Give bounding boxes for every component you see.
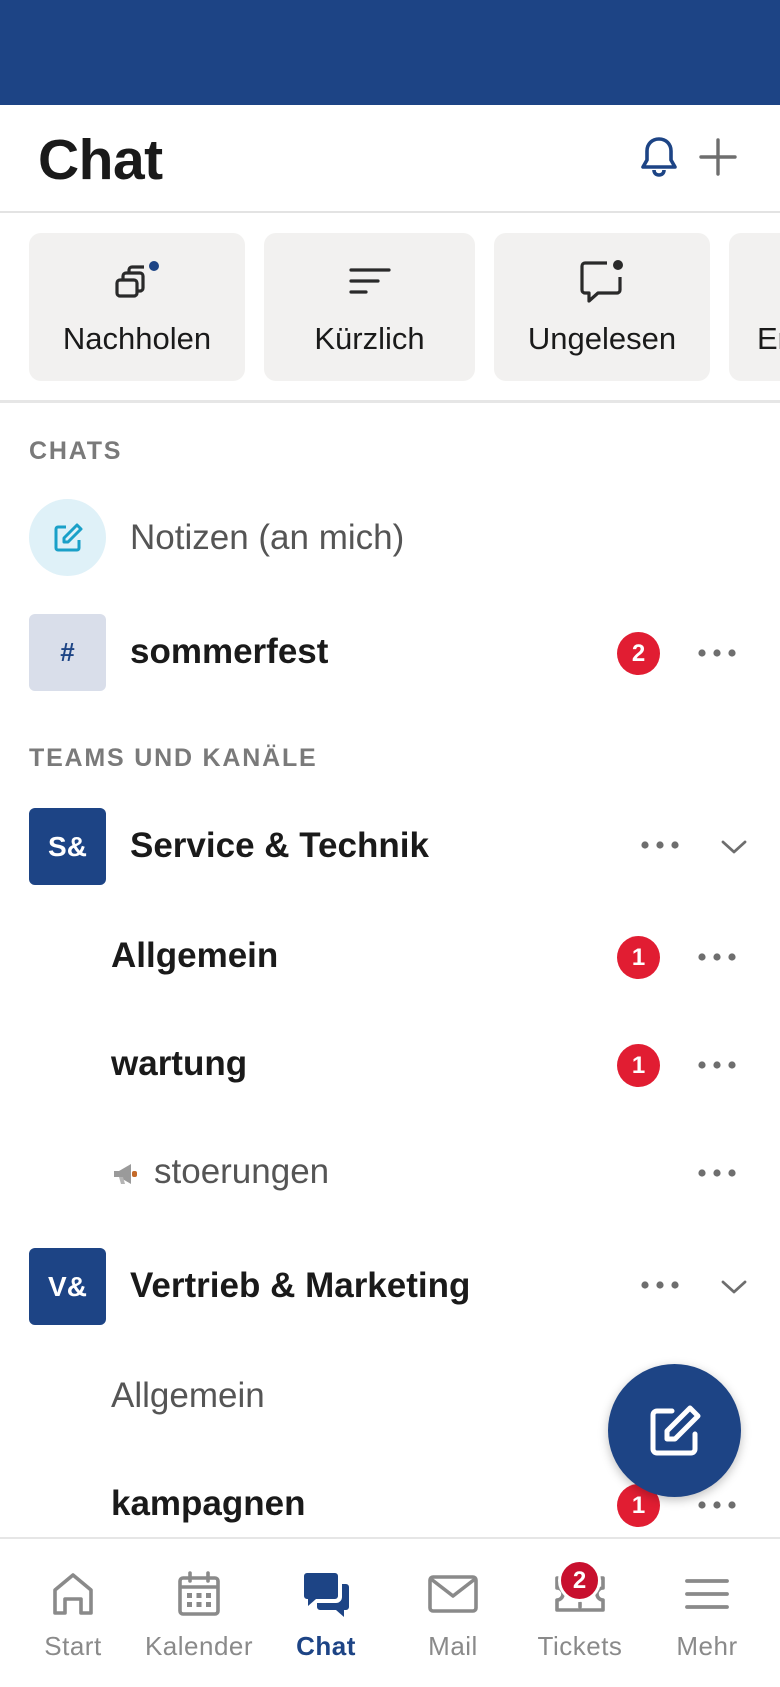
unread-icon: [577, 257, 627, 305]
filter-chip-recent[interactable]: Kürzlich: [264, 233, 475, 381]
sort-icon: [348, 257, 392, 305]
channel-name: wartung: [111, 1044, 248, 1083]
page-title: Chat: [38, 128, 163, 192]
bell-icon[interactable]: [633, 131, 685, 183]
tickets-badge: 2: [558, 1559, 601, 1602]
filter-chip-unread[interactable]: Ungelesen: [494, 233, 710, 381]
status-bar: [0, 0, 780, 105]
filter-chip-label: Kürzlich: [314, 321, 425, 356]
avatar: [29, 499, 106, 576]
more-icon[interactable]: [687, 1153, 747, 1193]
unread-badge: 2: [617, 632, 660, 675]
unread-badge: 1: [617, 936, 660, 979]
filter-chip-label: Ungelesen: [527, 321, 677, 356]
channel-name: Allgemein: [111, 936, 279, 975]
nav-label: Mehr: [676, 1631, 738, 1661]
nav-item-chat[interactable]: Chat: [263, 1567, 389, 1677]
menu-icon: [684, 1567, 730, 1621]
edit-icon: [54, 523, 82, 551]
chevron-down-icon[interactable]: [714, 827, 754, 867]
channel-row-wartung[interactable]: wartung 1: [0, 1020, 780, 1110]
catch-up-icon: [112, 257, 162, 305]
chat-name: Notizen (an mich): [130, 518, 405, 557]
filter-chip-catch-up[interactable]: Nachholen: [29, 233, 245, 381]
channel-name: Allgemein: [111, 1376, 265, 1415]
team-row-service[interactable]: S& Service & Technik: [0, 800, 780, 890]
more-icon[interactable]: [630, 825, 690, 865]
channel-avatar: #: [29, 614, 106, 691]
team-avatar: S&: [29, 808, 106, 885]
team-avatar: V&: [29, 1248, 106, 1325]
nav-label: Mail: [428, 1631, 478, 1661]
chat-icon: [300, 1567, 352, 1621]
filter-chip-label: Nachholen: [62, 321, 212, 356]
compose-icon: [650, 1405, 700, 1455]
filter-bar: Nachholen Kürzlich Ungelesen Er: [0, 213, 780, 403]
nav-item-calendar[interactable]: Kalender: [136, 1567, 262, 1677]
channel-name: kampagnen: [111, 1484, 306, 1523]
home-icon: [51, 1567, 95, 1621]
unread-badge: 1: [617, 1044, 660, 1087]
nav-label: Chat: [296, 1631, 356, 1661]
more-icon[interactable]: [630, 1265, 690, 1305]
section-label-teams: TEAMS UND KANÄLE: [29, 744, 318, 772]
team-name: Service & Technik: [130, 826, 429, 865]
chevron-down-icon[interactable]: [714, 1267, 754, 1307]
channel-name: stoerungen: [154, 1152, 330, 1191]
more-icon[interactable]: [687, 1045, 747, 1085]
header: Chat: [0, 105, 780, 213]
mail-icon: [427, 1567, 479, 1621]
calendar-icon: [176, 1567, 222, 1621]
more-icon[interactable]: [687, 633, 747, 673]
new-chat-button[interactable]: [608, 1364, 741, 1497]
nav-item-more[interactable]: Mehr: [644, 1567, 770, 1677]
nav-item-start[interactable]: Start: [10, 1567, 136, 1677]
nav-label: Kalender: [144, 1631, 254, 1661]
add-icon[interactable]: [692, 131, 744, 183]
channel-row-allgemein[interactable]: Allgemein 1: [0, 912, 780, 1002]
bottom-nav: Start Kalender Chat Mail Tickets 2 Mehr: [0, 1537, 780, 1687]
nav-label: Tickets: [537, 1631, 623, 1661]
filter-chip-label: Er: [757, 321, 780, 356]
nav-item-mail[interactable]: Mail: [390, 1567, 516, 1677]
chat-name: sommerfest: [130, 632, 329, 671]
team-name: Vertrieb & Marketing: [130, 1266, 471, 1305]
megaphone-icon: [111, 1162, 139, 1191]
nav-label: Start: [44, 1631, 102, 1661]
section-label-chats: CHATS: [29, 437, 123, 465]
channel-row-stoerungen[interactable]: stoerungen: [0, 1128, 780, 1218]
filter-chip-partial[interactable]: Er: [729, 233, 780, 381]
team-row-vertrieb[interactable]: V& Vertrieb & Marketing: [0, 1240, 780, 1330]
chat-row-sommerfest[interactable]: # sommerfest 2: [0, 608, 780, 698]
more-icon[interactable]: [687, 937, 747, 977]
chat-row-notes[interactable]: Notizen (an mich): [0, 493, 780, 583]
